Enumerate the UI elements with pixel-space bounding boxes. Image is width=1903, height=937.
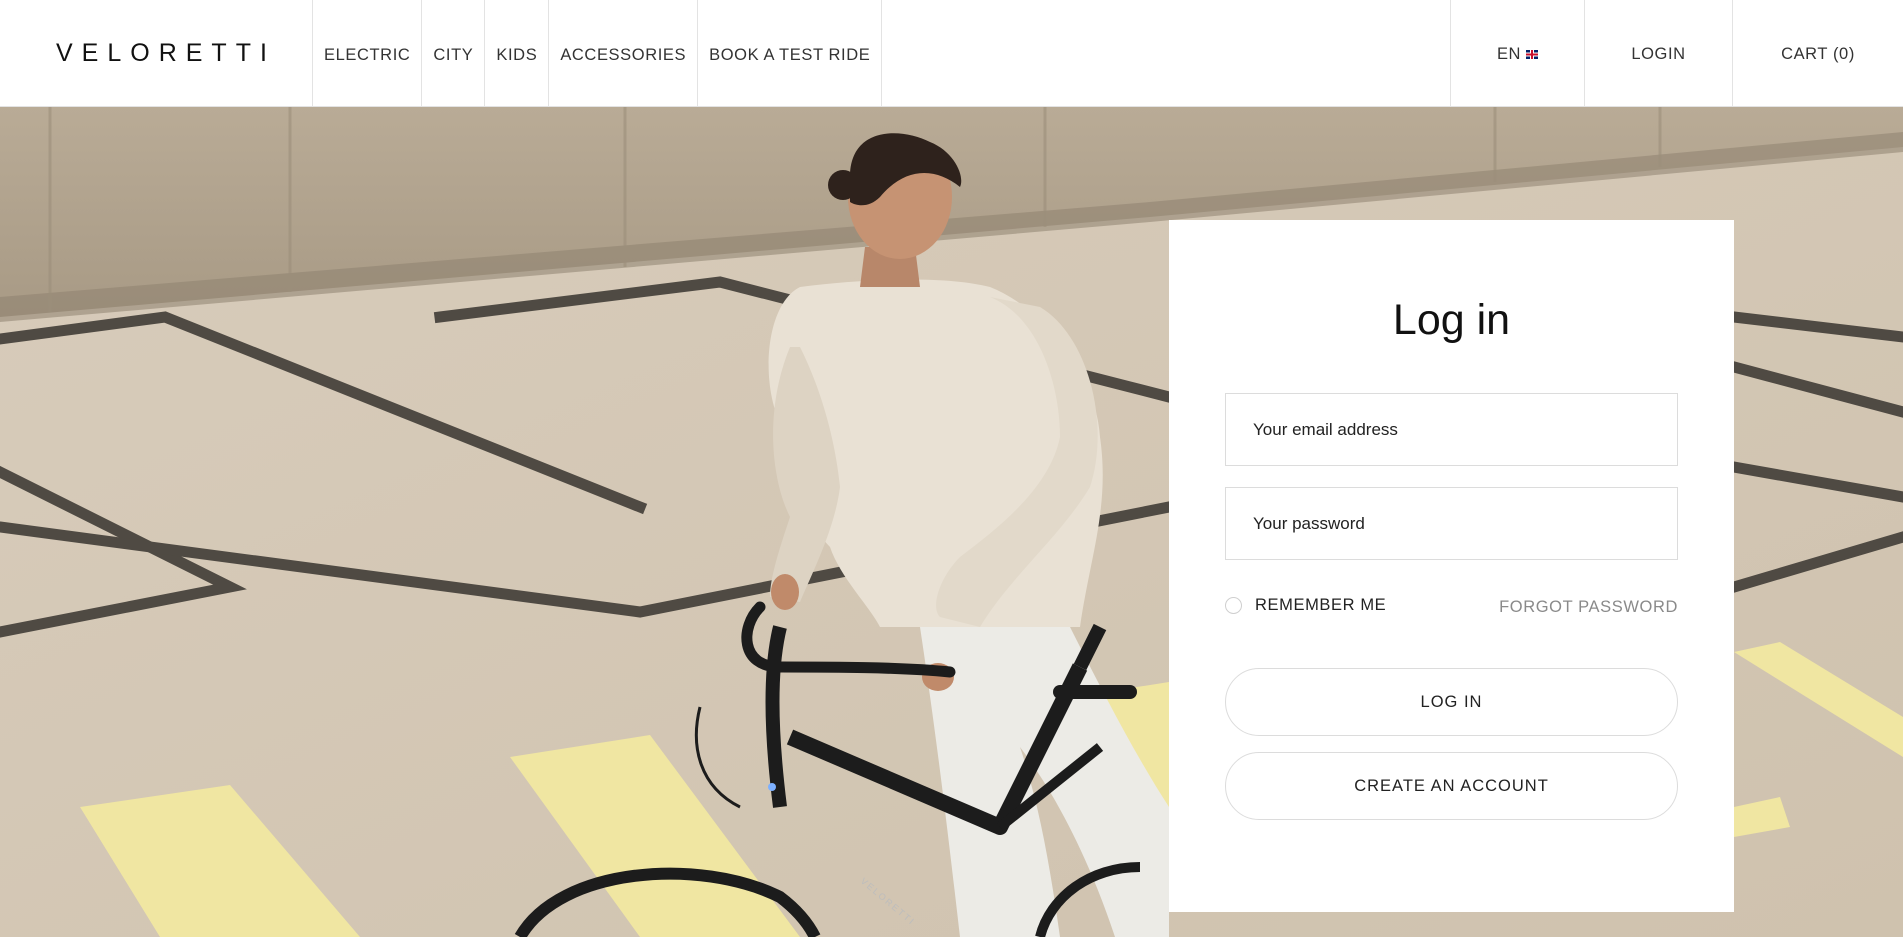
cart-link[interactable]: CART (0): [1732, 0, 1903, 106]
email-field[interactable]: [1225, 393, 1678, 466]
login-button[interactable]: LOG IN: [1225, 668, 1678, 736]
brand-logo[interactable]: VELORETTI: [0, 0, 313, 106]
remember-me-toggle[interactable]: REMEMBER ME: [1225, 596, 1386, 615]
password-input[interactable]: [1253, 513, 1677, 534]
remember-me-label[interactable]: REMEMBER ME: [1255, 596, 1386, 615]
login-card: Log in REMEMBER ME FORGOT PASSWORD LOG I…: [1169, 220, 1734, 912]
brand-logo-text[interactable]: VELORETTI: [56, 39, 276, 68]
nav-item-book-test-ride[interactable]: BOOK A TEST RIDE: [698, 0, 883, 106]
header-actions: EN LOGIN CART (0): [1450, 0, 1903, 106]
nav-item-kids[interactable]: KIDS: [485, 0, 550, 106]
login-title: Log in: [1392, 296, 1511, 344]
uk-flag-icon[interactable]: [1526, 49, 1539, 59]
bike-light: [768, 783, 776, 791]
language-selector[interactable]: EN: [1450, 0, 1584, 106]
email-input[interactable]: [1253, 419, 1677, 440]
main-nav: ELECTRIC CITY KIDS ACCESSORIES BOOK A TE…: [313, 0, 883, 106]
nav-item-accessories[interactable]: ACCESSORIES: [549, 0, 699, 106]
header-login-link[interactable]: LOGIN: [1584, 0, 1732, 106]
nav-item-city[interactable]: CITY: [422, 0, 486, 106]
password-field[interactable]: [1225, 487, 1678, 560]
create-account-button[interactable]: CREATE AN ACCOUNT: [1225, 752, 1678, 820]
language-label[interactable]: EN: [1497, 45, 1521, 64]
header-spacer: [882, 0, 1450, 106]
remember-me-radio[interactable]: [1225, 597, 1242, 614]
forgot-password-link[interactable]: FORGOT PASSWORD: [1499, 598, 1678, 617]
nav-item-electric[interactable]: ELECTRIC: [313, 0, 423, 106]
site-header: VELORETTI ELECTRIC CITY KIDS ACCESSORIES…: [0, 0, 1903, 107]
